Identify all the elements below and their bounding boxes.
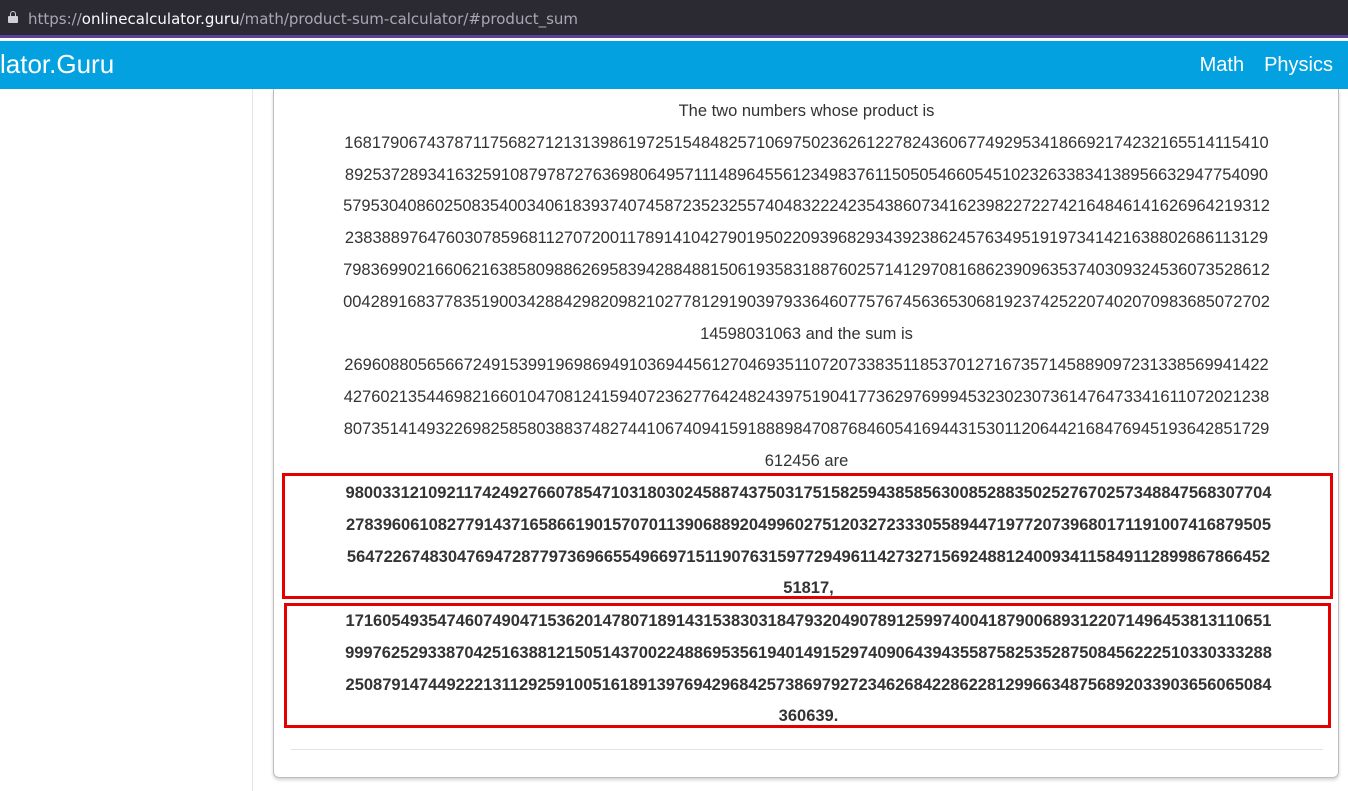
- lock-icon: [8, 11, 18, 23]
- result-intro: The two numbers whose product is: [678, 102, 935, 120]
- number1-line: 2783960610827791437165866190157070113906…: [345, 515, 1271, 534]
- product-line: 7983699021660621638580988626958394288488…: [343, 260, 1270, 279]
- product-sum-label: 14598031063 and the sum is: [700, 324, 913, 343]
- number2-line: 2508791474492221311292591005161891397694…: [345, 675, 1272, 694]
- number1-line: 9800331210921174249276607854710318030245…: [345, 484, 1272, 502]
- number2-line: 9997625293387042516388121505143700224886…: [345, 643, 1272, 662]
- number2-line: 360639.: [778, 707, 839, 726]
- product-line: 8925372893416325910879787276369806495711…: [344, 165, 1269, 184]
- sum-line: 4276021354469821660104708124159407236277…: [343, 388, 1270, 407]
- result-text: The two numbers whose product is 1681790…: [291, 96, 1322, 478]
- site-header: lator.Guru Math Physics: [0, 41, 1348, 89]
- number1-line: 5647226748304769472877973696655496697151…: [346, 547, 1271, 566]
- sum-line: 2696088056566724915399196986949103694456…: [344, 356, 1269, 375]
- product-line: 5795304086025083540034061839374074587235…: [343, 197, 1270, 216]
- url-text[interactable]: https://onlinecalculator.guru/math/produ…: [28, 10, 578, 28]
- section-divider: [291, 749, 1323, 750]
- number1-line: 51817,: [783, 579, 834, 598]
- product-line: 2383889764760307859681127072001178914104…: [344, 229, 1269, 248]
- main-nav: Math Physics: [1200, 54, 1333, 77]
- nav-link-math[interactable]: Math: [1200, 54, 1244, 77]
- answer-number-2: 1716054935474607490471536201478071891431…: [284, 603, 1331, 728]
- url-path: /math/product-sum-calculator/#product_su…: [239, 10, 579, 28]
- url-host: onlinecalculator.guru: [81, 10, 240, 28]
- browser-address-bar[interactable]: https://onlinecalculator.guru/math/produ…: [0, 0, 1348, 38]
- url-scheme: https://: [28, 10, 82, 28]
- sidebar-divider: [252, 89, 253, 791]
- nav-link-physics[interactable]: Physics: [1264, 54, 1333, 77]
- product-line: 0042891683778351900342884298209821027781…: [343, 292, 1270, 311]
- number2-line: 1716054935474607490471536201478071891431…: [345, 612, 1272, 630]
- sum-line: 8073514149322698258580388374827441067409…: [343, 419, 1270, 438]
- product-line: 1681790674378711756827121313986197251548…: [344, 133, 1269, 152]
- answer-number-1: 9800331210921174249276607854710318030245…: [282, 473, 1333, 599]
- site-logo-text[interactable]: lator.Guru: [0, 49, 114, 80]
